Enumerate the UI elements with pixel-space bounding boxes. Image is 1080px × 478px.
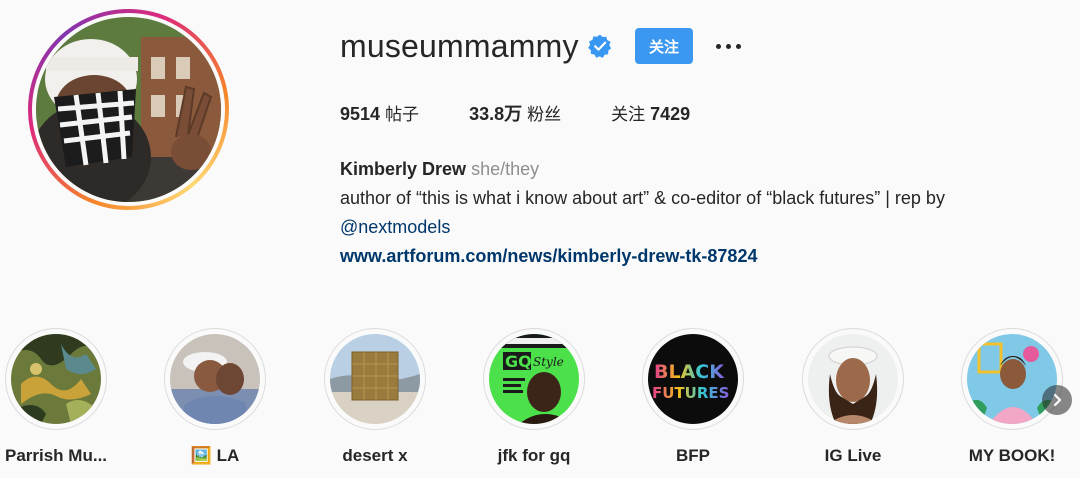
profile-bio: Kimberly Drew she/they author of “this i… <box>340 155 945 271</box>
posts-count[interactable]: 9514 帖子 <box>340 102 419 127</box>
highlight-item[interactable]: Parrish Mu... <box>0 328 126 466</box>
pronouns: she/they <box>471 159 540 179</box>
following-count[interactable]: 关注 7429 <box>611 102 690 127</box>
following-value: 7429 <box>650 104 691 124</box>
highlight-ring <box>5 328 107 430</box>
highlight-label: MY BOOK! <box>968 446 1056 465</box>
highlight-item[interactable]: desert x <box>305 328 445 466</box>
username: museummammy <box>340 28 579 64</box>
svg-text:GQ: GQ <box>505 352 532 371</box>
illustrated-book-cover-icon <box>967 334 1057 424</box>
person-portrait-icon <box>808 334 898 424</box>
profile-stats: 9514 帖子 33.8万 粉丝 关注 7429 <box>340 102 740 127</box>
highlight-label: Parrish Mu... <box>4 446 108 465</box>
black-futures-logo-icon: BLACK FUTURES <box>648 334 738 424</box>
following-label: 关注 <box>611 105 646 125</box>
highlight-item[interactable]: IG Live <box>783 328 923 466</box>
highlight-item[interactable]: 🖼️ LA <box>145 328 285 466</box>
verified-badge-icon <box>588 34 612 58</box>
highlight-ring <box>164 328 266 430</box>
highlights-next-button[interactable] <box>1042 385 1072 415</box>
avatar-photo <box>36 17 221 202</box>
followers-label: 粉丝 <box>527 105 562 125</box>
desert-cube-sculpture-icon <box>330 334 420 424</box>
chevron-right-icon <box>1053 393 1062 407</box>
highlight-item[interactable]: GQ Style jfk for gq <box>464 328 604 466</box>
highlight-label: jfk for gq <box>497 446 571 465</box>
highlight-item[interactable]: BLACK FUTURES BFP <box>623 328 763 466</box>
bio-name-row: Kimberly Drew she/they <box>340 155 945 184</box>
highlight-ring <box>961 328 1063 430</box>
highlight-ring <box>802 328 904 430</box>
highlight-ring: GQ Style <box>483 328 585 430</box>
avatar-photo-illustration <box>36 17 221 202</box>
highlight-ring <box>324 328 426 430</box>
highlight-label: IG Live <box>824 446 882 465</box>
svg-text:FUTURES: FUTURES <box>652 384 729 402</box>
followers-count[interactable]: 33.8万 粉丝 <box>469 102 561 127</box>
two-people-photo-icon <box>170 334 260 424</box>
more-options-icon[interactable] <box>712 33 744 59</box>
svg-text:Style: Style <box>533 355 564 369</box>
gq-style-cover-icon: GQ Style <box>489 334 579 424</box>
mention-link[interactable]: @nextmodels <box>340 217 450 237</box>
highlight-ring: BLACK FUTURES <box>642 328 744 430</box>
posts-value: 9514 <box>340 104 381 124</box>
highlight-label: desert x <box>342 446 408 465</box>
profile-avatar[interactable] <box>28 9 229 210</box>
follow-button[interactable]: 关注 <box>635 28 693 64</box>
full-name: Kimberly Drew <box>340 159 467 179</box>
highlight-label: BFP <box>676 446 710 465</box>
followers-value: 33.8万 <box>469 104 523 124</box>
website-link[interactable]: www.artforum.com/news/kimberly-drew-tk-8… <box>340 246 757 266</box>
bio-text: author of “this is what i know about art… <box>340 188 945 208</box>
highlight-label: 🖼️ LA <box>190 446 240 465</box>
posts-label: 帖子 <box>385 105 420 125</box>
svg-text:BLACK: BLACK <box>654 361 725 383</box>
camouflage-painting-icon <box>11 334 101 424</box>
